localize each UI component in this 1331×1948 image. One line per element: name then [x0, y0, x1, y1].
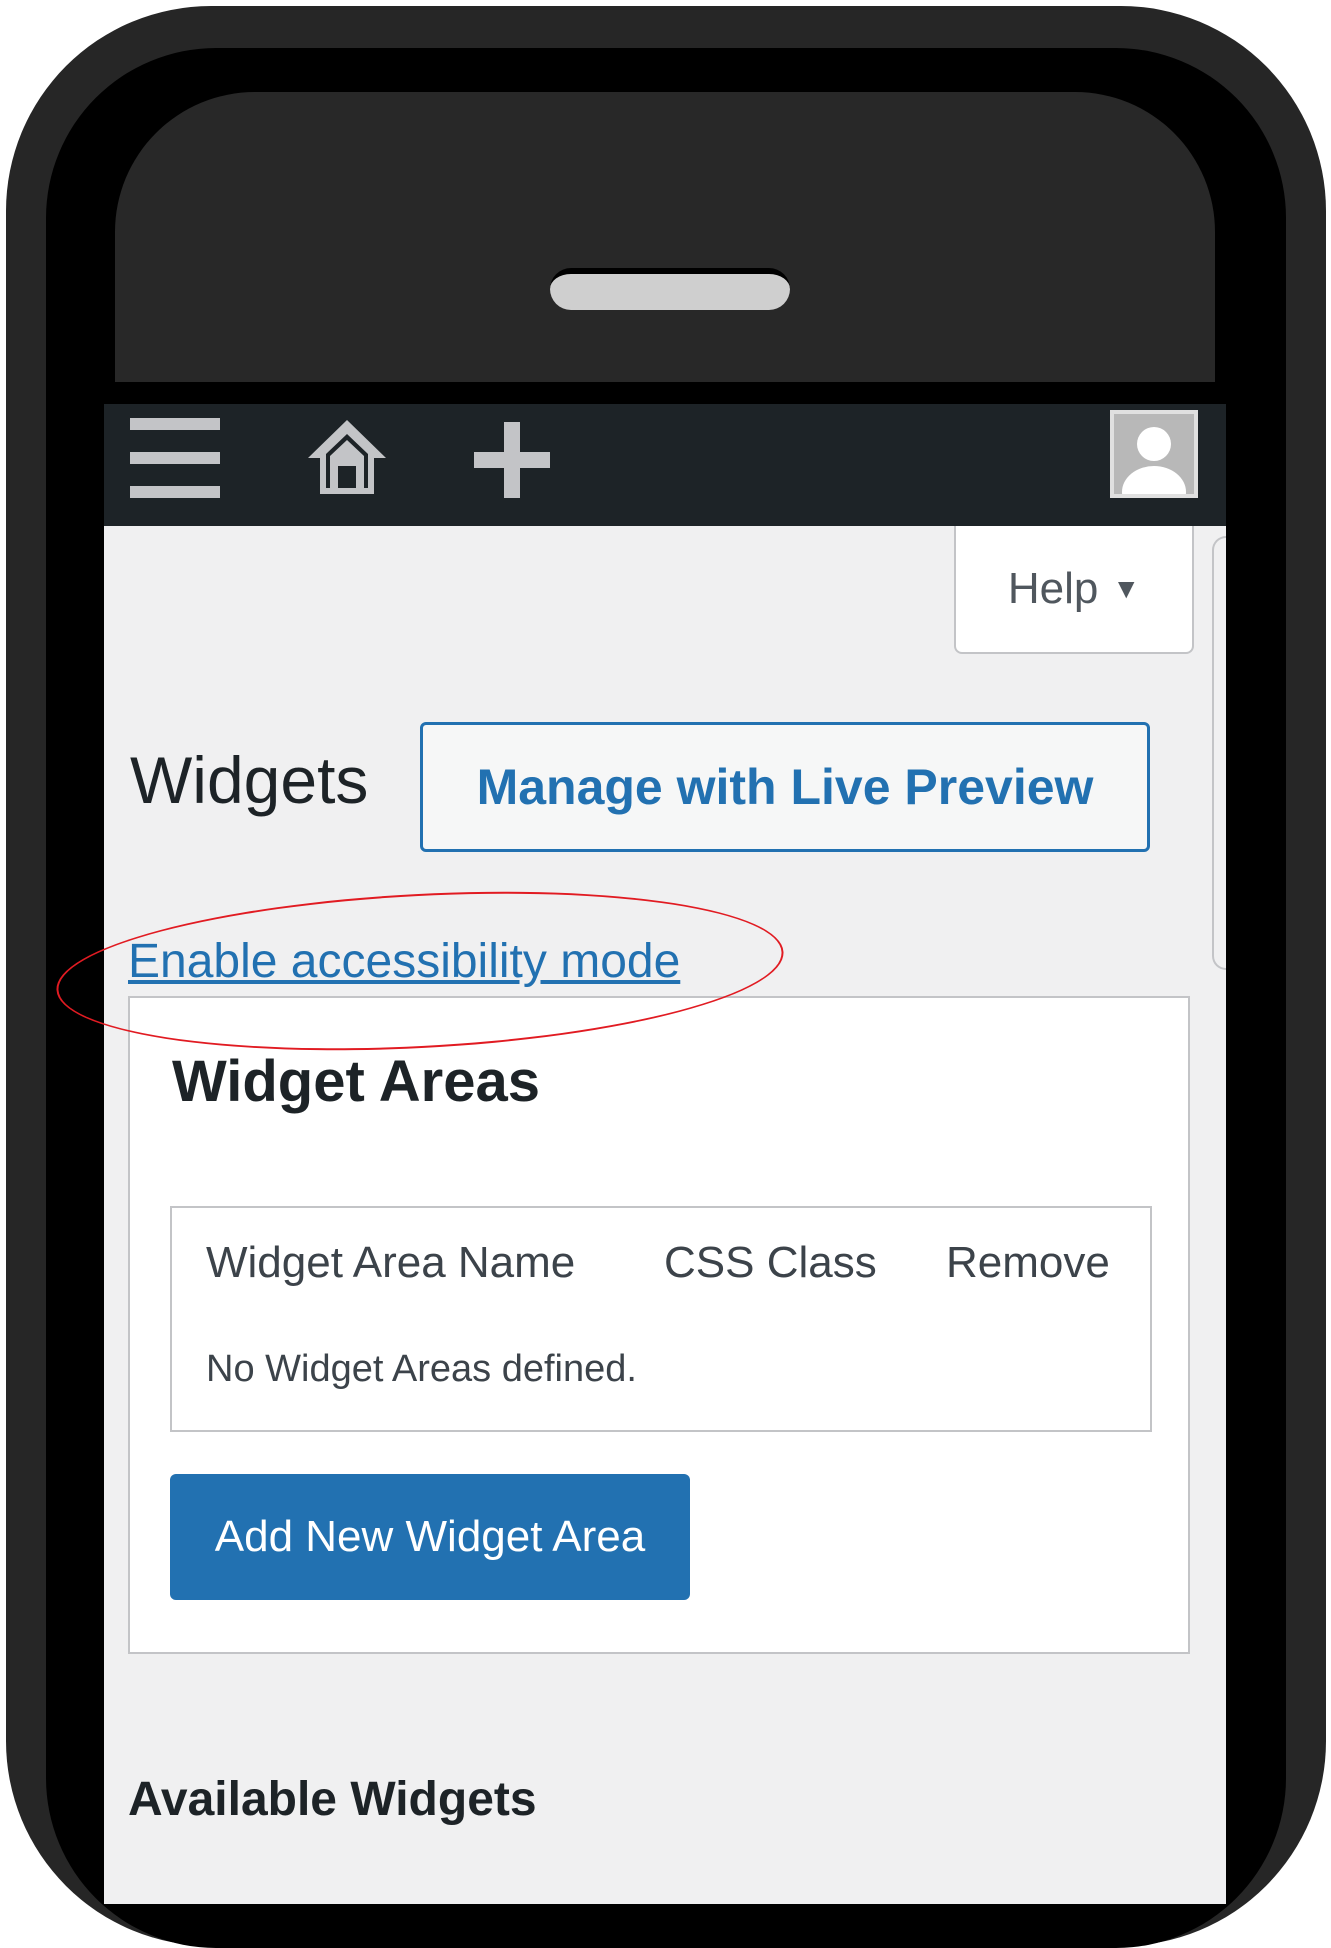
empty-table-message: No Widget Areas defined.: [206, 1348, 637, 1390]
admin-bar: [104, 404, 1226, 526]
phone-screen: Help ▼ Widgets Manage with Live Preview …: [104, 404, 1226, 1904]
side-panel-edge: [1212, 536, 1226, 970]
phone-speaker: [550, 268, 790, 310]
manage-live-preview-button[interactable]: Manage with Live Preview: [420, 722, 1150, 852]
widget-areas-title: Widget Areas: [172, 1049, 540, 1114]
add-new-widget-area-button[interactable]: Add New Widget Area: [170, 1474, 690, 1600]
hamburger-menu-icon[interactable]: [130, 418, 220, 498]
page-title: Widgets: [130, 743, 369, 817]
avatar-silhouette-icon: [1122, 427, 1186, 494]
enable-accessibility-mode-link[interactable]: Enable accessibility mode: [128, 934, 680, 989]
help-label: Help: [1007, 564, 1099, 613]
available-widgets-title: Available Widgets: [128, 1773, 537, 1826]
caret-down-icon: ▼: [1112, 573, 1141, 604]
plus-icon[interactable]: [470, 418, 554, 502]
widget-areas-table: Widget Area Name CSS Class Remove No Wid…: [170, 1206, 1152, 1432]
help-tab-button[interactable]: Help ▼: [954, 526, 1194, 654]
column-header-css-class: CSS Class: [664, 1238, 877, 1287]
widget-areas-panel: Widget Areas Widget Area Name CSS Class …: [128, 996, 1190, 1654]
user-avatar[interactable]: [1110, 410, 1198, 498]
column-header-remove: Remove: [946, 1238, 1110, 1287]
column-header-widget-area-name: Widget Area Name: [206, 1238, 576, 1287]
house-icon[interactable]: [304, 414, 390, 500]
phone-top-bezel: [115, 92, 1215, 382]
